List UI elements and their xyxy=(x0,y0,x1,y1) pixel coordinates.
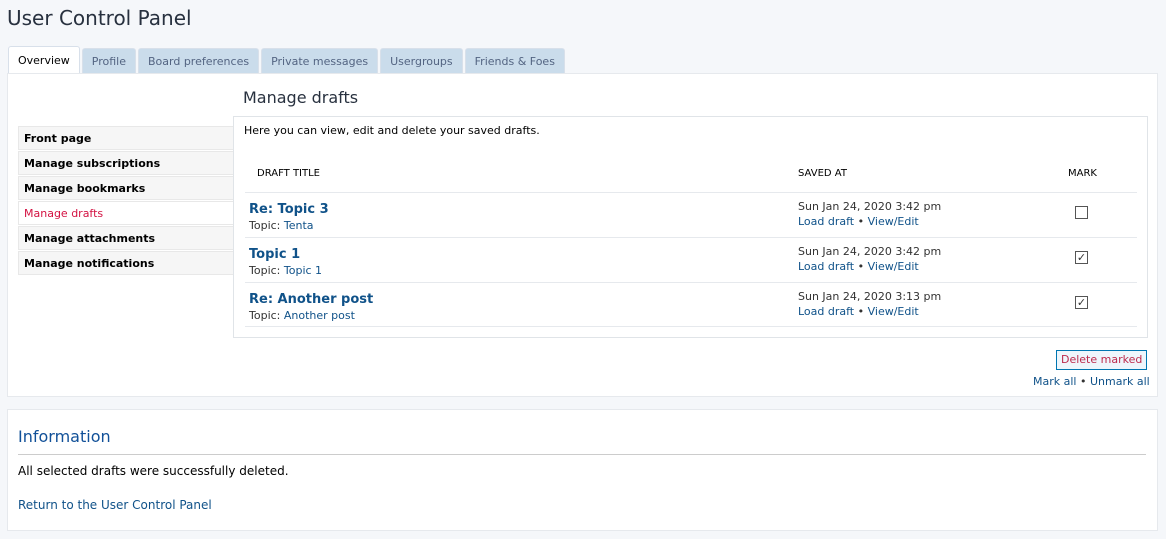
saved-date: Sun Jan 24, 2020 3:13 pm xyxy=(798,290,942,303)
tab-board-preferences[interactable]: Board preferences xyxy=(138,48,260,73)
draft-row: Re: Another post Topic: Another post Sun… xyxy=(245,282,1137,327)
sidebar-item-manage-drafts[interactable]: Manage drafts xyxy=(18,201,233,225)
topic-label: Topic: xyxy=(249,264,281,277)
mark-checkbox[interactable]: ✓ xyxy=(1075,296,1088,309)
draft-topic: Topic: Tenta xyxy=(249,219,314,232)
view-edit-link[interactable]: View/Edit xyxy=(868,215,919,228)
separator: • xyxy=(1079,375,1087,388)
draft-title-link[interactable]: Re: Topic 3 xyxy=(249,202,329,217)
load-draft-link[interactable]: Load draft xyxy=(798,305,854,318)
tab-private-messages[interactable]: Private messages xyxy=(261,48,379,73)
sidebar-item-front-page[interactable]: Front page xyxy=(18,126,233,150)
saved-date: Sun Jan 24, 2020 3:42 pm xyxy=(798,245,942,258)
sidebar-item-manage-bookmarks[interactable]: Manage bookmarks xyxy=(18,176,233,200)
load-draft-link[interactable]: Load draft xyxy=(798,260,854,273)
column-header-title: DRAFT TITLE xyxy=(257,168,321,179)
view-edit-link[interactable]: View/Edit xyxy=(868,305,919,318)
draft-actions: Load draft • View/Edit xyxy=(798,305,919,318)
information-heading: Information xyxy=(18,427,111,446)
draft-row: Topic 1 Topic: Topic 1 Sun Jan 24, 2020 … xyxy=(245,237,1137,281)
draft-actions: Load draft • View/Edit xyxy=(798,215,919,228)
tab-friends-foes[interactable]: Friends & Foes xyxy=(464,48,565,73)
page-title: User Control Panel xyxy=(7,6,192,30)
draft-title-link[interactable]: Topic 1 xyxy=(249,247,300,262)
tab-bar: Overview Profile Board preferences Priva… xyxy=(8,46,567,73)
section-title: Manage drafts xyxy=(243,88,359,107)
topic-label: Topic: xyxy=(249,219,281,232)
sidebar-item-manage-subscriptions[interactable]: Manage subscriptions xyxy=(18,151,233,175)
tab-usergroups[interactable]: Usergroups xyxy=(380,48,463,73)
separator: • xyxy=(857,260,865,273)
separator: • xyxy=(857,215,865,228)
column-header-mark: MARK xyxy=(1068,168,1097,179)
saved-date: Sun Jan 24, 2020 3:42 pm xyxy=(798,200,942,213)
draft-topic: Topic: Another post xyxy=(249,309,355,322)
mark-all-link[interactable]: Mark all xyxy=(1033,375,1076,388)
topic-label: Topic: xyxy=(249,309,281,322)
topic-link[interactable]: Topic 1 xyxy=(284,264,322,277)
return-link[interactable]: Return to the User Control Panel xyxy=(18,498,212,512)
draft-row: Re: Topic 3 Topic: Tenta Sun Jan 24, 202… xyxy=(245,192,1137,236)
tab-profile[interactable]: Profile xyxy=(81,48,136,73)
load-draft-link[interactable]: Load draft xyxy=(798,215,854,228)
draft-actions: Load draft • View/Edit xyxy=(798,260,919,273)
sidebar-nav: Front page Manage subscriptions Manage b… xyxy=(18,126,233,276)
tab-overview[interactable]: Overview xyxy=(8,46,80,73)
sidebar-item-manage-notifications[interactable]: Manage notifications xyxy=(18,251,233,275)
sidebar-item-manage-attachments[interactable]: Manage attachments xyxy=(18,226,233,250)
delete-marked-button[interactable]: Delete marked xyxy=(1056,350,1148,370)
separator: • xyxy=(857,305,865,318)
information-panel: Information All selected drafts were suc… xyxy=(7,409,1158,531)
mark-controls: Mark all • Unmark all xyxy=(1033,375,1150,388)
topic-link[interactable]: Another post xyxy=(284,309,355,322)
unmark-all-link[interactable]: Unmark all xyxy=(1090,375,1150,388)
intro-text: Here you can view, edit and delete your … xyxy=(244,124,540,137)
divider xyxy=(18,454,1146,455)
mark-checkbox[interactable]: ✓ xyxy=(1075,251,1088,264)
draft-title-link[interactable]: Re: Another post xyxy=(249,292,373,307)
information-message: All selected drafts were successfully de… xyxy=(18,464,289,478)
view-edit-link[interactable]: View/Edit xyxy=(868,260,919,273)
column-header-saved: SAVED AT xyxy=(798,168,847,179)
mark-checkbox[interactable] xyxy=(1075,206,1088,219)
topic-link[interactable]: Tenta xyxy=(284,219,314,232)
draft-topic: Topic: Topic 1 xyxy=(249,264,322,277)
drafts-box: Here you can view, edit and delete your … xyxy=(233,116,1148,338)
